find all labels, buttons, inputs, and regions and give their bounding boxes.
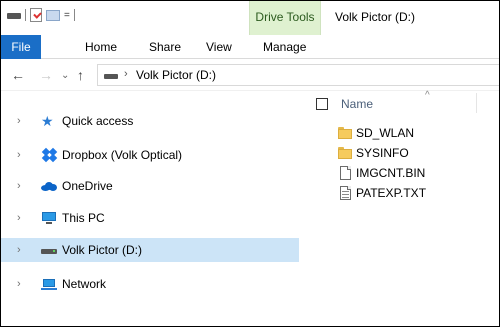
onedrive-icon xyxy=(41,179,57,193)
navigation-pane: › ★ Quick access › Dropbox (Volk Optical… xyxy=(1,91,301,326)
nav-item-network[interactable]: › Network xyxy=(1,272,299,296)
nav-item-label: This PC xyxy=(62,211,105,225)
toolbar-separator xyxy=(25,9,26,21)
window-title: Volk Pictor (D:) xyxy=(335,10,416,24)
drive-tools-group: Drive Tools xyxy=(249,1,321,35)
address-bar[interactable]: › Volk Pictor (D:) xyxy=(97,64,499,86)
expand-chevron-icon[interactable]: › xyxy=(17,206,21,230)
tab-home[interactable]: Home xyxy=(85,35,117,59)
nav-item-label: Dropbox (Volk Optical) xyxy=(62,148,183,162)
file-list-pane: Name ^ SD_WLAN SYSINFO IMGCNT.BIN PATEXP… xyxy=(301,90,499,326)
column-header-row: Name ^ xyxy=(301,90,499,115)
text-file-icon xyxy=(338,186,352,200)
star-icon: ★ xyxy=(41,113,54,129)
file-row-sysinfo[interactable]: SYSINFO xyxy=(301,143,499,163)
up-arrow-icon[interactable]: ↑ xyxy=(77,67,84,83)
file-name: IMGCNT.BIN xyxy=(356,166,426,180)
tab-file[interactable]: File xyxy=(1,35,41,59)
breadcrumb-drive[interactable]: Volk Pictor (D:) xyxy=(136,68,216,82)
nav-item-onedrive[interactable]: › OneDrive xyxy=(1,174,299,198)
file-name: PATEXP.TXT xyxy=(356,186,427,200)
back-arrow-icon[interactable]: ← xyxy=(11,67,25,83)
tab-manage[interactable]: Manage xyxy=(263,35,306,59)
file-row-sd-wlan[interactable]: SD_WLAN xyxy=(301,123,499,143)
drive-icon xyxy=(7,9,21,21)
expand-chevron-icon[interactable]: › xyxy=(17,272,21,296)
explorer-window: = Drive Tools Volk Pictor (D:) File Home… xyxy=(0,0,500,327)
expand-chevron-icon[interactable]: › xyxy=(17,109,21,133)
folder-icon xyxy=(338,146,352,160)
drive-icon xyxy=(41,243,57,257)
address-row: ← → ⌄ ↑ › Volk Pictor (D:) xyxy=(1,59,499,91)
file-name: SYSINFO xyxy=(356,146,409,160)
column-header-name[interactable]: Name xyxy=(341,97,373,111)
quick-access-toolbar: = xyxy=(7,7,75,23)
network-icon xyxy=(41,277,57,291)
nav-item-label: OneDrive xyxy=(62,179,113,193)
file-name: SD_WLAN xyxy=(356,126,415,140)
file-icon xyxy=(338,166,352,180)
toolbar-separator xyxy=(73,9,75,21)
expand-chevron-icon[interactable]: › xyxy=(17,238,21,262)
dropbox-icon xyxy=(41,147,58,163)
sort-ascending-icon: ^ xyxy=(425,90,430,101)
select-all-checkbox[interactable] xyxy=(316,98,328,110)
computer-icon xyxy=(41,211,57,225)
nav-item-this-pc[interactable]: › This PC xyxy=(1,206,299,230)
tab-share[interactable]: Share xyxy=(149,35,181,59)
file-row-patexp[interactable]: PATEXP.TXT xyxy=(301,183,499,203)
folder-icon xyxy=(338,126,352,140)
recent-locations-chevron-icon[interactable]: ⌄ xyxy=(61,70,69,81)
drive-icon xyxy=(104,74,118,79)
drive-tools-label: Drive Tools xyxy=(255,10,315,24)
properties-icon[interactable] xyxy=(30,8,42,22)
nav-item-quick-access[interactable]: › ★ Quick access xyxy=(1,109,299,133)
expand-chevron-icon[interactable]: › xyxy=(17,143,21,167)
nav-item-label: Network xyxy=(62,277,107,291)
ribbon-tabs: File Home Share View Manage xyxy=(1,35,499,59)
nav-item-label: Volk Pictor (D:) xyxy=(62,243,143,257)
forward-arrow-icon[interactable]: → xyxy=(39,67,53,83)
file-row-imgcnt[interactable]: IMGCNT.BIN xyxy=(301,163,499,183)
breadcrumb-chevron-icon[interactable]: › xyxy=(124,68,128,80)
nav-item-label: Quick access xyxy=(62,114,134,128)
new-folder-icon[interactable] xyxy=(46,9,60,21)
title-bar: = Drive Tools Volk Pictor (D:) xyxy=(1,1,499,35)
nav-item-dropbox[interactable]: › Dropbox (Volk Optical) xyxy=(1,143,299,167)
expand-chevron-icon[interactable]: › xyxy=(17,174,21,198)
customize-toolbar-dropdown[interactable]: = xyxy=(64,10,70,21)
column-divider[interactable] xyxy=(476,93,477,113)
nav-item-volk-pictor[interactable]: › Volk Pictor (D:) xyxy=(1,238,299,262)
tab-view[interactable]: View xyxy=(206,35,232,59)
